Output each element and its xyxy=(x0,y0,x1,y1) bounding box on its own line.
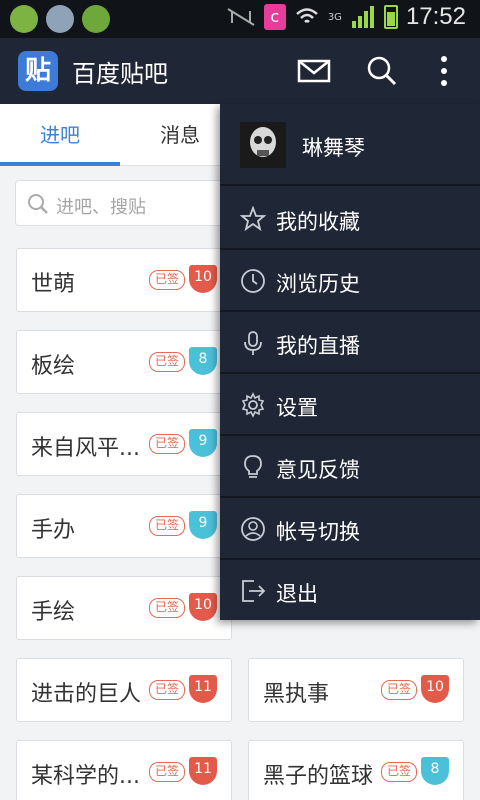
level-badge: 11 xyxy=(189,675,217,703)
avatar xyxy=(240,122,286,168)
signed-badge: 已签 xyxy=(381,680,417,700)
forum-card[interactable]: 手办 已签 9 xyxy=(16,494,232,558)
status-bar: c 3G 17:52 xyxy=(0,0,480,38)
forum-card[interactable]: 板绘 已签 8 xyxy=(16,330,232,394)
forum-card[interactable]: 手绘 已签 10 xyxy=(16,576,232,640)
menu-item-label: 退出 xyxy=(276,582,318,606)
mail-icon[interactable] xyxy=(296,53,332,89)
forum-card[interactable]: 黑子的篮球 已签 8 xyxy=(248,740,464,800)
menu-item-logout[interactable]: 退出 xyxy=(220,560,480,622)
forum-name: 黑子的篮球 xyxy=(263,764,374,789)
tieba-logo: 贴 xyxy=(18,51,58,91)
forum-card[interactable]: 来自风平... 已签 9 xyxy=(16,412,232,476)
forum-name: 黑执事 xyxy=(263,682,330,707)
microphone-icon xyxy=(244,331,262,355)
username: 琳舞琴 xyxy=(302,136,365,160)
level-badge: 9 xyxy=(189,511,217,539)
search-icon[interactable] xyxy=(364,53,400,89)
menu-item-feedback[interactable]: 意见反馈 xyxy=(220,436,480,498)
level-badge: 8 xyxy=(189,347,217,375)
network-type: 3G xyxy=(327,11,342,23)
forum-name: 某科学的... xyxy=(31,764,140,789)
signed-badge: 已签 xyxy=(149,434,185,454)
app-badge-icon: c xyxy=(263,4,286,30)
level-badge: 9 xyxy=(189,429,217,457)
signed-badge: 已签 xyxy=(381,762,417,782)
forum-name: 手绘 xyxy=(31,600,76,625)
signed-badge: 已签 xyxy=(149,598,185,618)
clock: 17:52 xyxy=(405,3,466,30)
logout-icon xyxy=(242,580,266,602)
star-icon xyxy=(240,206,266,232)
forum-card[interactable]: 黑执事 已签 10 xyxy=(248,658,464,722)
menu-item-label: 我的收藏 xyxy=(276,210,360,234)
signed-badge: 已签 xyxy=(149,516,185,536)
level-badge: 10 xyxy=(189,265,217,293)
menu-item-live[interactable]: 我的直播 xyxy=(220,312,480,374)
forum-card[interactable]: 世萌 已签 10 xyxy=(16,248,232,312)
menu-item-label: 设置 xyxy=(276,396,318,420)
clock-icon xyxy=(241,269,265,293)
level-badge: 10 xyxy=(421,675,449,703)
more-icon[interactable] xyxy=(426,53,462,89)
weather-icon xyxy=(46,5,74,33)
forum-name: 来自风平... xyxy=(31,436,140,461)
menu-item-switch-account[interactable]: 帐号切换 xyxy=(220,498,480,560)
gear-icon xyxy=(241,392,265,418)
notification-app-icon xyxy=(82,5,110,33)
forum-name: 板绘 xyxy=(31,354,76,379)
menu-item-history[interactable]: 浏览历史 xyxy=(220,250,480,312)
menu-user-profile[interactable]: 琳舞琴 xyxy=(220,104,480,186)
forum-card[interactable]: 进击的巨人 已签 11 xyxy=(16,658,232,722)
wifi-icon xyxy=(295,8,318,23)
signal-icon xyxy=(351,6,374,28)
signed-badge: 已签 xyxy=(149,270,185,290)
overflow-menu: 琳舞琴 我的收藏 浏览历史 我的直播 设置 意见反馈 帐号切换 退出 xyxy=(220,104,480,620)
signed-badge: 已签 xyxy=(149,352,185,372)
search-icon xyxy=(28,194,48,214)
signed-badge: 已签 xyxy=(149,680,185,700)
level-badge: 10 xyxy=(189,593,217,621)
level-badge: 11 xyxy=(189,757,217,785)
menu-item-label: 意见反馈 xyxy=(276,458,360,482)
notification-app-icon xyxy=(10,5,38,33)
menu-item-label: 浏览历史 xyxy=(276,272,360,296)
forum-name: 进击的巨人 xyxy=(31,682,142,707)
menu-item-label: 我的直播 xyxy=(276,334,360,358)
battery-icon xyxy=(383,5,398,29)
forum-card[interactable]: 某科学的... 已签 11 xyxy=(16,740,232,800)
vibrate-icon xyxy=(227,8,255,26)
forum-name: 世萌 xyxy=(31,272,76,297)
menu-item-settings[interactable]: 设置 xyxy=(220,374,480,436)
lightbulb-icon xyxy=(244,455,262,478)
tab-jinba[interactable]: 进吧 xyxy=(0,104,120,166)
menu-item-label: 帐号切换 xyxy=(276,520,360,544)
app-title: 百度贴吧 xyxy=(72,60,168,88)
search-placeholder: 进吧、搜贴 xyxy=(56,197,146,218)
level-badge: 8 xyxy=(421,757,449,785)
forum-name: 手办 xyxy=(31,518,76,543)
app-header: 贴 百度贴吧 xyxy=(0,38,480,104)
menu-item-favorites[interactable]: 我的收藏 xyxy=(220,188,480,250)
signed-badge: 已签 xyxy=(149,762,185,782)
account-icon xyxy=(241,517,265,541)
